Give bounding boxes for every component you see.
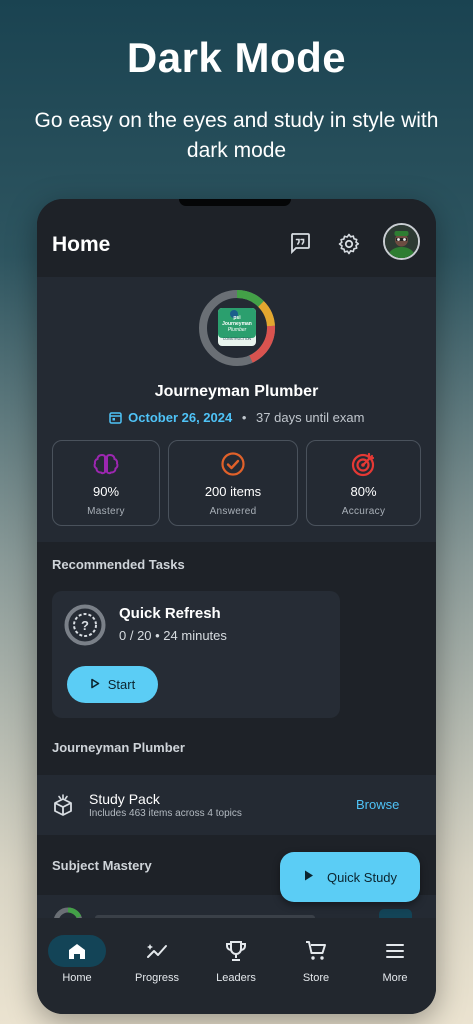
play-icon (90, 677, 100, 692)
target-icon (351, 452, 374, 477)
package-icon (54, 794, 72, 816)
browse-button[interactable]: Browse (356, 797, 399, 812)
stat-accuracy-value: 80% (350, 484, 377, 499)
quiz-progress-icon: ? (64, 604, 106, 646)
study-pack-subtitle: Includes 463 items across 4 topics (89, 808, 242, 819)
home-content[interactable]: psi Journeyman Plumber CONSTRUCTION Jour… (37, 277, 436, 929)
nav-progress-label: Progress (134, 972, 180, 984)
subject-mastery-heading: Subject Mastery (52, 858, 152, 873)
stat-answered[interactable]: 200 items Answered (168, 440, 298, 526)
start-label: Start (107, 677, 136, 692)
stat-answered-value: 200 items (204, 484, 262, 499)
check-circle-icon (221, 452, 245, 476)
play-icon (303, 869, 315, 885)
nav-home-label: Home (62, 972, 92, 984)
svg-text:?: ? (81, 618, 89, 633)
promo-title: Dark Mode (126, 34, 347, 81)
app-bar: Home (37, 199, 436, 277)
trophy-icon (196, 934, 276, 968)
nav-progress[interactable]: Progress (117, 934, 197, 984)
quick-study-label: Quick Study (326, 869, 398, 885)
avatar[interactable] (383, 223, 420, 260)
feedback-icon[interactable] (288, 231, 316, 259)
study-pack-title: Study Pack (89, 791, 160, 807)
stat-mastery[interactable]: 90% Mastery (52, 440, 160, 526)
menu-icon (355, 934, 435, 968)
stat-accuracy-label: Accuracy (341, 506, 386, 517)
nav-store-label: Store (302, 972, 330, 984)
quick-study-button[interactable]: Quick Study (280, 852, 420, 902)
days-until-exam: 37 days until exam (256, 410, 365, 425)
calendar-icon (108, 411, 122, 427)
nav-home[interactable]: Home (37, 934, 117, 984)
nav-store[interactable]: Store (276, 934, 356, 984)
exam-date-row[interactable]: October 26, 2024 • 37 days until exam (37, 410, 436, 427)
nav-leaders-label: Leaders (216, 972, 256, 984)
task-title: Quick Refresh (119, 605, 221, 622)
brain-icon (93, 453, 119, 475)
exam-name: Journeyman Plumber (154, 383, 319, 400)
study-pack-row[interactable]: Study Pack Includes 463 items across 4 t… (37, 775, 436, 835)
bottom-nav: Home Progress Leaders Store More (37, 918, 436, 1014)
progress-icon (117, 934, 197, 968)
recommended-heading: Recommended Tasks (52, 557, 185, 572)
camera-notch (179, 199, 291, 206)
stat-accuracy[interactable]: 80% Accuracy (306, 440, 421, 526)
stat-mastery-label: Mastery (87, 506, 125, 517)
badge-subtitle: Plumber (227, 327, 247, 333)
settings-icon[interactable] (337, 232, 365, 260)
page-title: Home (52, 233, 111, 256)
nav-more[interactable]: More (355, 934, 435, 984)
home-icon (48, 935, 106, 967)
start-button[interactable]: Start (67, 666, 158, 703)
exam-date: October 26, 2024 (128, 410, 233, 425)
date-separator: • (241, 410, 247, 425)
exam-summary: psi Journeyman Plumber CONSTRUCTION Jour… (37, 277, 436, 542)
quick-refresh-card[interactable]: ? Quick Refresh 0 / 20 • 24 minutes Star… (52, 591, 340, 718)
nav-more-label: More (382, 972, 408, 984)
stat-answered-label: Answered (209, 506, 257, 517)
stat-mastery-value: 90% (92, 484, 120, 499)
promo-subtitle: Go easy on the eyes and study in style w… (34, 109, 439, 162)
badge-category: CONSTRUCTION (222, 337, 252, 341)
pack-heading: Journeyman Plumber (52, 740, 185, 755)
nav-leaders[interactable]: Leaders (196, 934, 276, 984)
cart-icon (276, 934, 356, 968)
phone-frame: Home psi Journeyman Plumber CONSTRUCTION… (37, 199, 436, 1014)
task-meta: 0 / 20 • 24 minutes (119, 628, 227, 643)
